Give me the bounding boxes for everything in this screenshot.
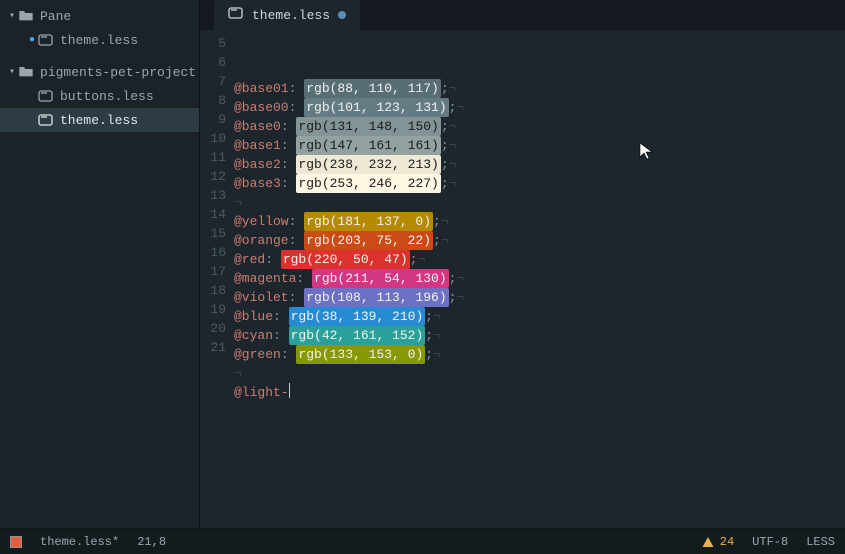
status-cursor-position[interactable]: 21,8 (137, 535, 166, 549)
chevron-down-icon: ▾ (6, 66, 18, 78)
tree-project-label: pigments-pet-project (40, 65, 196, 80)
code-line[interactable]: @blue: rgb(38, 139, 210);¬ (234, 307, 845, 326)
tab-label: theme.less (252, 8, 330, 23)
warning-icon (702, 536, 714, 548)
code-line[interactable]: @yellow: rgb(181, 137, 0);¬ (234, 212, 845, 231)
tree-item-pane-file[interactable]: ● theme.less (0, 28, 199, 52)
code-line[interactable]: @cyan: rgb(42, 161, 152);¬ (234, 326, 845, 345)
tab-theme[interactable]: theme.less (214, 0, 360, 30)
code-line[interactable]: @base2: rgb(238, 232, 213);¬ (234, 155, 845, 174)
dirty-dot-icon (338, 11, 346, 19)
less-file-icon (38, 113, 54, 127)
code-line[interactable]: ¬ (234, 193, 845, 212)
code-line[interactable]: @red: rgb(220, 50, 47);¬ (234, 250, 845, 269)
code-area[interactable]: @base01: rgb(88, 110, 117);¬@base00: rgb… (234, 34, 845, 528)
code-line[interactable]: @violet: rgb(108, 113, 196);¬ (234, 288, 845, 307)
code-editor[interactable]: 56789101112131415161718192021 @base01: r… (200, 30, 845, 528)
code-line[interactable]: @base00: rgb(101, 123, 131);¬ (234, 98, 845, 117)
status-warnings[interactable]: 24 (702, 535, 734, 549)
code-line[interactable]: @orange: rgb(203, 75, 22);¬ (234, 231, 845, 250)
code-line[interactable]: @base3: rgb(253, 246, 227);¬ (234, 174, 845, 193)
folder-icon (18, 65, 34, 79)
tree-item-label: theme.less (60, 33, 138, 48)
code-line[interactable]: @green: rgb(133, 153, 0);¬ (234, 345, 845, 364)
less-file-icon (38, 89, 54, 103)
status-warning-count: 24 (720, 535, 734, 549)
less-file-icon (228, 6, 244, 24)
code-line[interactable]: @light- (234, 383, 845, 402)
tree-pane-header[interactable]: ▾ Pane (0, 4, 199, 28)
tree-item-label: theme.less (60, 113, 138, 128)
line-gutter: 56789101112131415161718192021 (200, 34, 234, 528)
status-grammar[interactable]: LESS (806, 535, 835, 549)
status-filename[interactable]: theme.less* (40, 535, 119, 549)
tree-project-header[interactable]: ▾ pigments-pet-project (0, 60, 199, 84)
status-bar: theme.less* 21,8 24 UTF-8 LESS (0, 528, 845, 554)
tree-pane-label: Pane (40, 9, 71, 24)
less-file-icon (38, 33, 54, 47)
code-line[interactable]: ¬ (234, 364, 845, 383)
code-line[interactable]: @base1: rgb(147, 161, 161);¬ (234, 136, 845, 155)
tree-item-file[interactable]: buttons.less (0, 84, 199, 108)
file-tree: ▾ Pane ● theme.less ▾ pigments-pet-proje… (0, 0, 200, 528)
chevron-down-icon: ▾ (6, 10, 18, 22)
code-line[interactable]: @base0: rgb(131, 148, 150);¬ (234, 117, 845, 136)
tree-item-file[interactable]: theme.less (0, 108, 199, 132)
tab-bar: theme.less (200, 0, 845, 30)
folder-icon (18, 9, 34, 23)
status-encoding[interactable]: UTF-8 (752, 535, 788, 549)
code-line[interactable]: @magenta: rgb(211, 54, 130);¬ (234, 269, 845, 288)
dirty-dot-icon: ● (26, 35, 38, 46)
code-line[interactable]: @base01: rgb(88, 110, 117);¬ (234, 79, 845, 98)
tree-item-label: buttons.less (60, 89, 154, 104)
status-color-swatch[interactable] (10, 536, 22, 548)
